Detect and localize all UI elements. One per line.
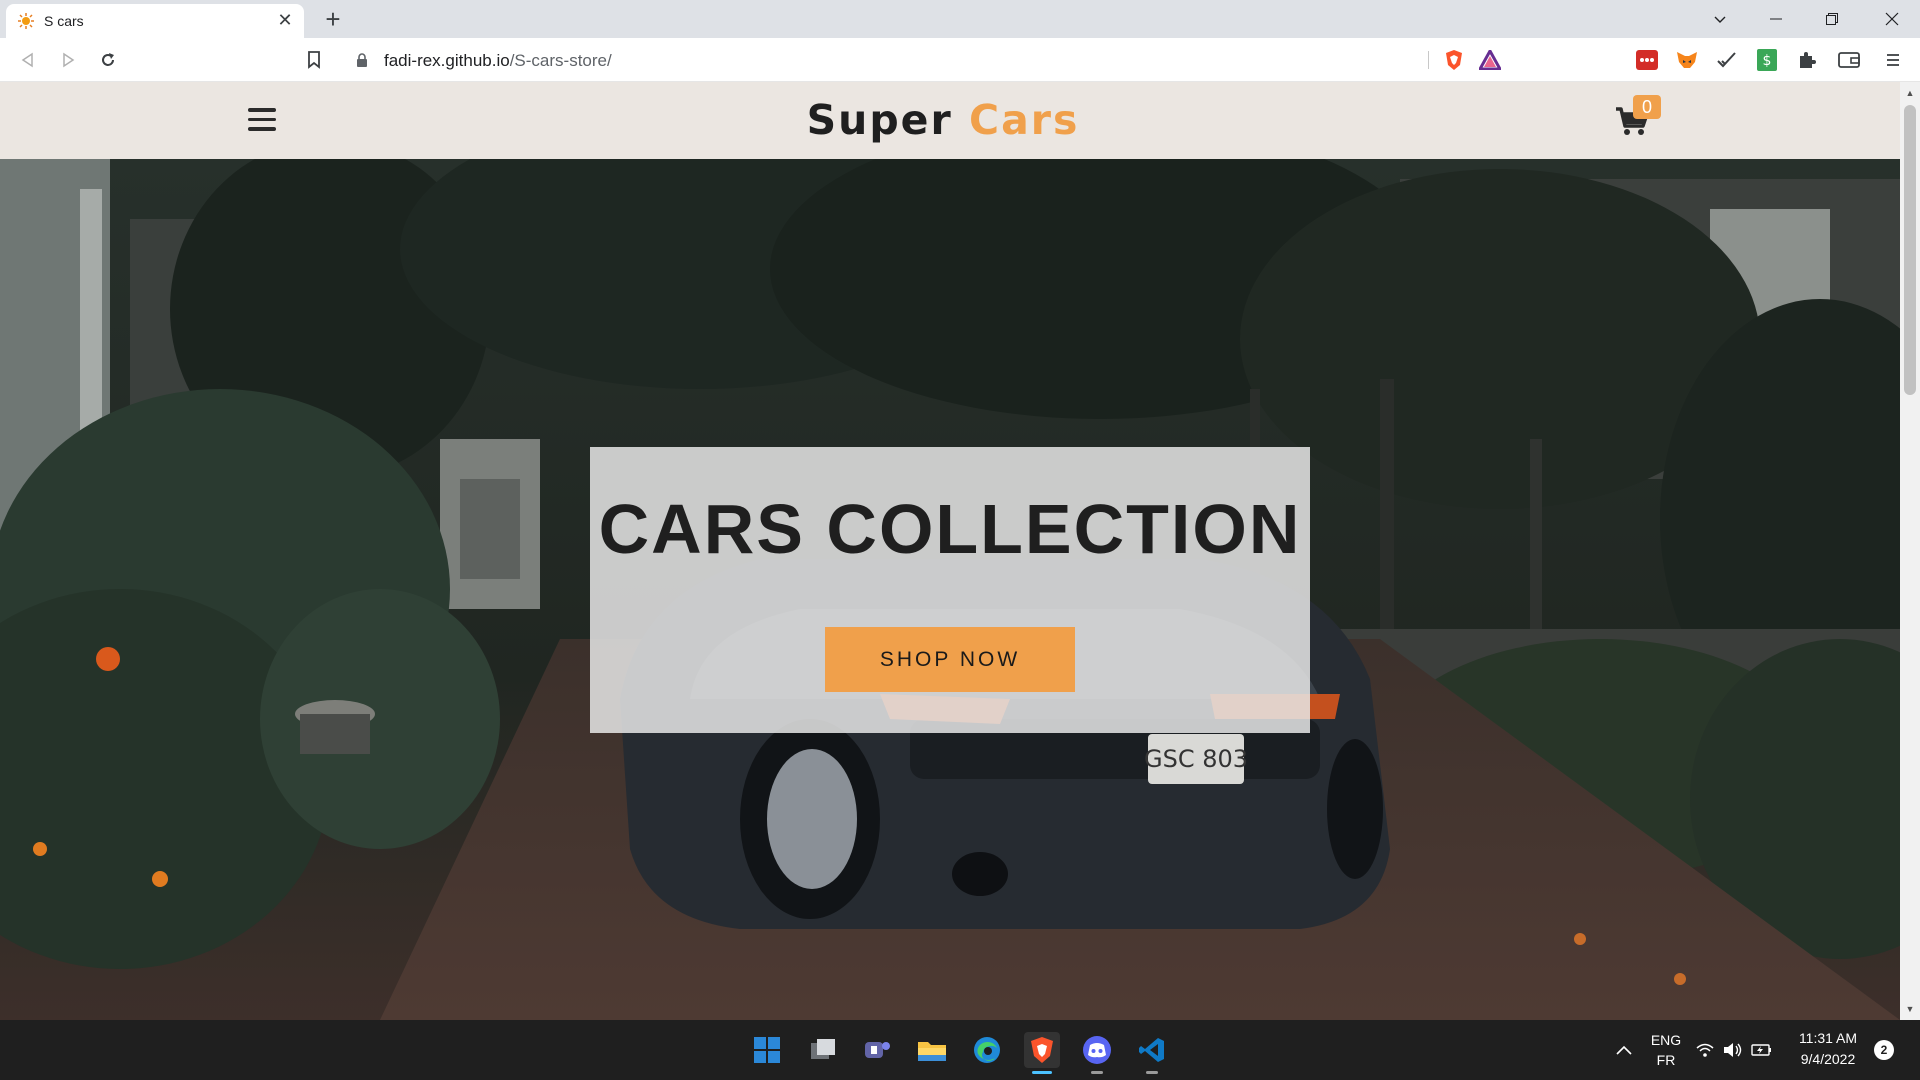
checkmark-extension-icon[interactable] (1714, 47, 1740, 73)
close-window-button[interactable] (1864, 0, 1920, 38)
tab-title: S cars (44, 13, 84, 29)
brand-first: Super (806, 96, 969, 144)
language-primary[interactable]: ENG (1646, 1032, 1686, 1048)
browser-menu-icon[interactable] (1880, 47, 1906, 73)
clock-date[interactable]: 9/4/2022 (1788, 1051, 1868, 1067)
brave-icon[interactable] (1024, 1032, 1060, 1074)
hero-section: GSC 803 CARS COLLECTION SHOP NOW (0, 159, 1900, 1020)
teams-icon[interactable] (859, 1032, 895, 1068)
wifi-icon[interactable] (1694, 1032, 1716, 1068)
svg-text:$: $ (1763, 53, 1772, 69)
metamask-extension-icon[interactable] (1674, 47, 1700, 73)
task-view-icon[interactable] (805, 1032, 841, 1068)
running-app-indicator (1146, 1071, 1158, 1074)
brave-shields-icon[interactable] (1441, 47, 1467, 73)
extensions-puzzle-icon[interactable] (1794, 47, 1820, 73)
address-bar[interactable]: fadi-rex.github.io/S-cars-store/ (342, 44, 1518, 76)
clock-time[interactable]: 11:31 AM (1788, 1030, 1868, 1046)
forward-icon[interactable] (54, 46, 82, 74)
url-host: fadi-rex.github.io (384, 51, 510, 70)
scroll-up-icon[interactable]: ▲ (1905, 88, 1915, 98)
browser-tab[interactable]: S cars ✕ (6, 4, 304, 38)
battery-icon[interactable] (1750, 1032, 1774, 1068)
vscode-icon[interactable] (1134, 1032, 1170, 1074)
back-icon[interactable] (14, 46, 42, 74)
taskbar: ENG FR 11:31 AM 9/4/2022 2 (0, 1020, 1920, 1080)
restore-button[interactable] (1804, 0, 1860, 38)
lock-icon (357, 53, 367, 67)
sun-favicon-icon (18, 13, 34, 29)
site-header: Super Cars 0 (0, 82, 1900, 159)
discord-icon[interactable] (1079, 1032, 1115, 1074)
shop-now-button[interactable]: SHOP NOW (825, 627, 1075, 692)
volume-icon[interactable] (1722, 1032, 1744, 1068)
chevron-up-icon[interactable] (1606, 1032, 1642, 1068)
lastpass-extension-icon[interactable] (1634, 47, 1660, 73)
bookmark-icon[interactable] (300, 46, 328, 74)
running-app-indicator (1091, 1071, 1103, 1074)
new-tab-button[interactable]: + (318, 4, 348, 34)
omnibox-divider (1428, 51, 1429, 69)
brand-accent: Cars (968, 96, 1080, 144)
brave-rewards-icon[interactable] (1477, 47, 1503, 73)
scroll-down-icon[interactable]: ▼ (1905, 1004, 1915, 1014)
site-logo[interactable]: Super Cars (0, 96, 1886, 144)
cart-count-badge: 0 (1633, 95, 1661, 119)
url-text: fadi-rex.github.io/S-cars-store/ (384, 51, 612, 71)
active-app-indicator (1032, 1071, 1052, 1074)
page-viewport: Super Cars 0 GSC 803 CARS COLLECTION SHO… (0, 82, 1920, 1020)
start-icon[interactable] (749, 1032, 785, 1068)
file-explorer-icon[interactable] (914, 1032, 950, 1068)
minimize-button[interactable] (1748, 0, 1804, 38)
tab-strip: S cars ✕ + (0, 0, 1920, 38)
page-scrollbar[interactable]: ▲ ▼ (1900, 82, 1920, 1020)
hero-title: CARS COLLECTION (598, 490, 1302, 568)
edge-icon[interactable] (969, 1032, 1005, 1068)
language-secondary[interactable]: FR (1646, 1052, 1686, 1068)
reload-icon[interactable] (94, 46, 122, 74)
wallet-icon[interactable] (1836, 47, 1862, 73)
scroll-thumb[interactable] (1904, 105, 1916, 395)
url-path: /S-cars-store/ (509, 51, 612, 70)
tab-close-icon[interactable]: ✕ (274, 9, 296, 31)
dollar-extension-icon[interactable]: $ (1754, 47, 1780, 73)
svg-text:GSC 803: GSC 803 (1144, 745, 1248, 773)
browser-toolbar: fadi-rex.github.io/S-cars-store/ $ (0, 38, 1920, 82)
notification-count-badge[interactable]: 2 (1874, 1040, 1894, 1060)
tab-search-icon[interactable] (1692, 0, 1748, 38)
hero-banner: CARS COLLECTION SHOP NOW (590, 447, 1310, 733)
